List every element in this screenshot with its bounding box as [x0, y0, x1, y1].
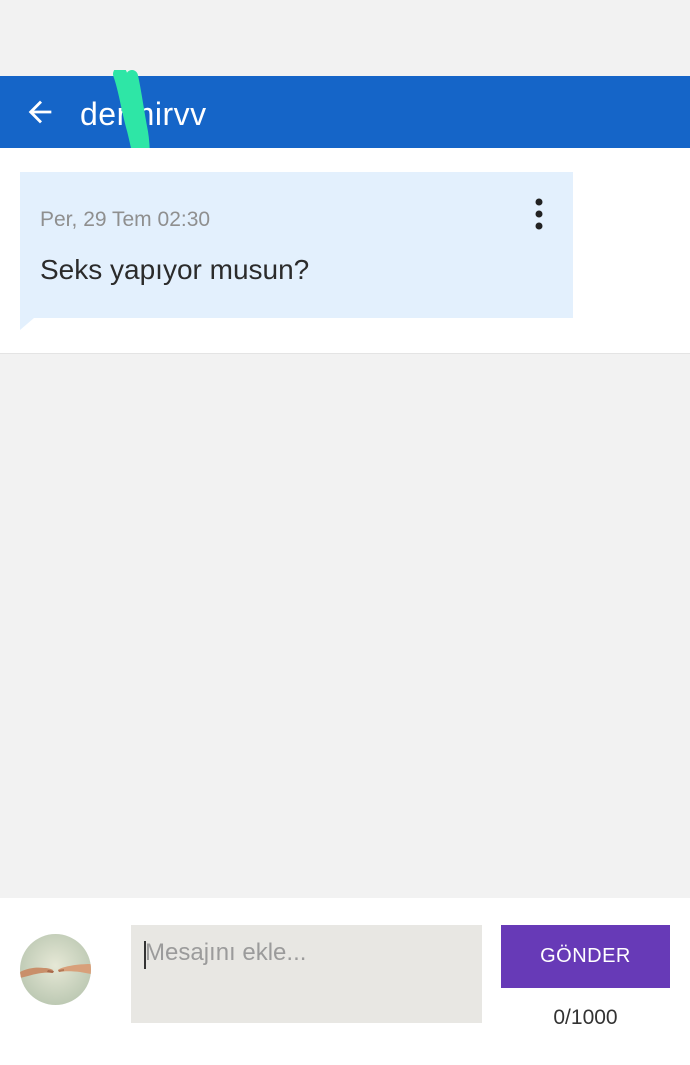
- back-button[interactable]: [18, 90, 62, 134]
- message-menu-button[interactable]: [525, 192, 553, 236]
- avatar-image: [20, 934, 91, 1005]
- message-input[interactable]: [131, 925, 482, 1023]
- arrow-left-icon: [28, 100, 52, 124]
- message-timestamp: Per, 29 Tem 02:30: [40, 208, 211, 231]
- character-counter: 0/1000: [553, 1006, 618, 1029]
- message-bubble: Per, 29 Tem 02:30 Seks yapıyor musun?: [20, 172, 573, 318]
- empty-conversation-area: [0, 354, 690, 898]
- avatar: [20, 934, 91, 1005]
- status-bar-area: [0, 0, 690, 76]
- message-area: Per, 29 Tem 02:30 Seks yapıyor musun?: [0, 148, 690, 354]
- message-text: Seks yapıyor musun?: [40, 254, 310, 285]
- bubble-tail: [20, 318, 34, 330]
- app-bar: dermirvv: [0, 70, 690, 170]
- send-button[interactable]: GÖNDER: [501, 925, 670, 988]
- text-caret: [144, 941, 146, 969]
- more-vert-icon: [535, 198, 543, 230]
- message-composer: GÖNDER 0/1000: [0, 898, 690, 1065]
